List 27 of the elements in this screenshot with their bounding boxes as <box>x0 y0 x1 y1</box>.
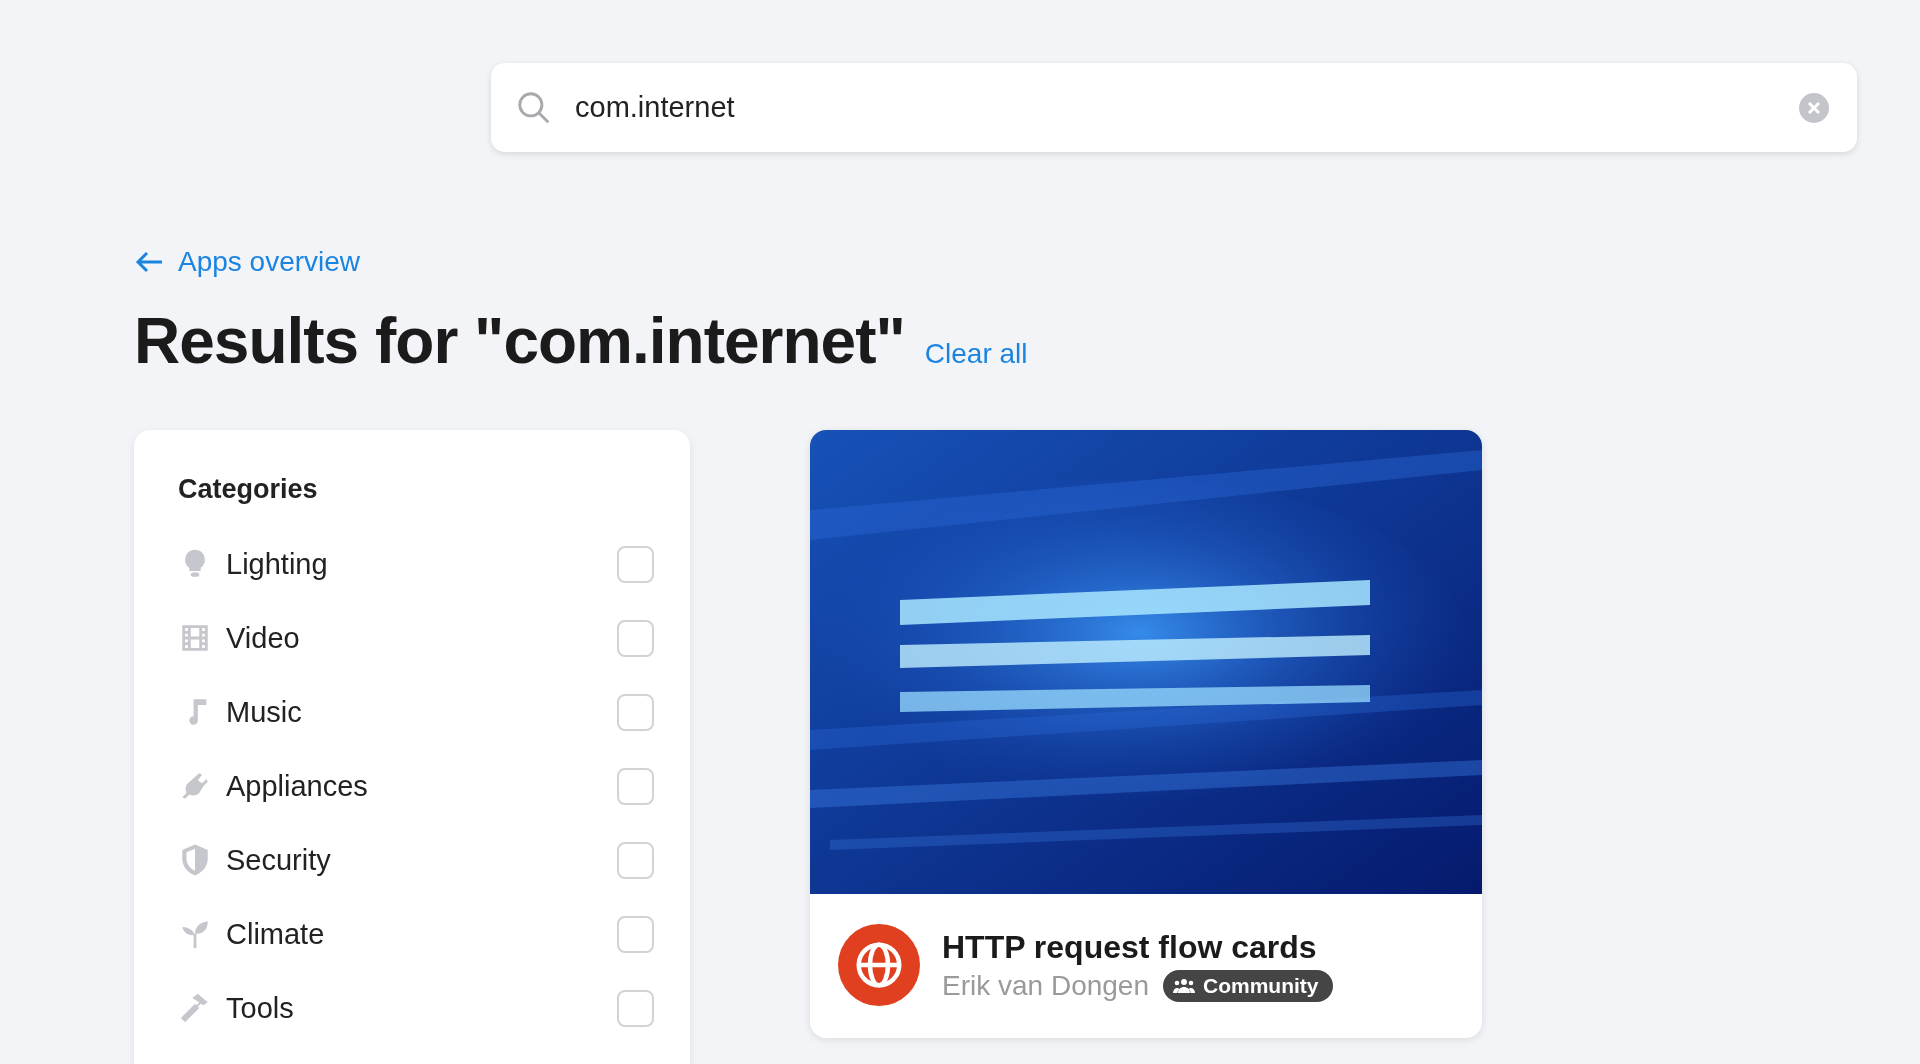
back-arrow-icon <box>134 250 164 274</box>
checkbox[interactable] <box>617 915 654 953</box>
category-label: Tools <box>226 991 295 1025</box>
checkbox[interactable] <box>617 767 654 805</box>
checkbox[interactable] <box>617 841 654 879</box>
category-label: Lighting <box>226 547 329 581</box>
category-label: Music <box>226 695 303 729</box>
community-badge: Community <box>1163 969 1333 1002</box>
app-card[interactable]: HTTP request flow cards Erik van Dongen Community <box>810 430 1482 1038</box>
back-link[interactable]: Apps overview <box>134 246 361 278</box>
category-label: Climate <box>226 917 326 951</box>
checkbox[interactable] <box>617 619 654 657</box>
category-label: Security <box>226 843 332 877</box>
category-label: Video <box>226 621 301 655</box>
app-author: Erik van Dongen <box>942 969 1149 1002</box>
checkbox[interactable] <box>617 989 654 1027</box>
app-name: HTTP request flow cards <box>942 928 1318 966</box>
search-field[interactable]: com.internet <box>491 63 1857 152</box>
people-icon <box>1173 977 1195 994</box>
category-label: Appliances <box>226 769 369 803</box>
categories-title: Categories <box>178 474 319 505</box>
clear-all-link[interactable]: Clear all <box>924 338 1028 370</box>
clear-icon[interactable] <box>1799 92 1829 123</box>
checkbox[interactable] <box>617 693 654 731</box>
search-input[interactable]: com.internet <box>573 90 1779 125</box>
page-title: Results for "com.internet" <box>134 304 905 378</box>
checkbox[interactable] <box>617 545 654 583</box>
